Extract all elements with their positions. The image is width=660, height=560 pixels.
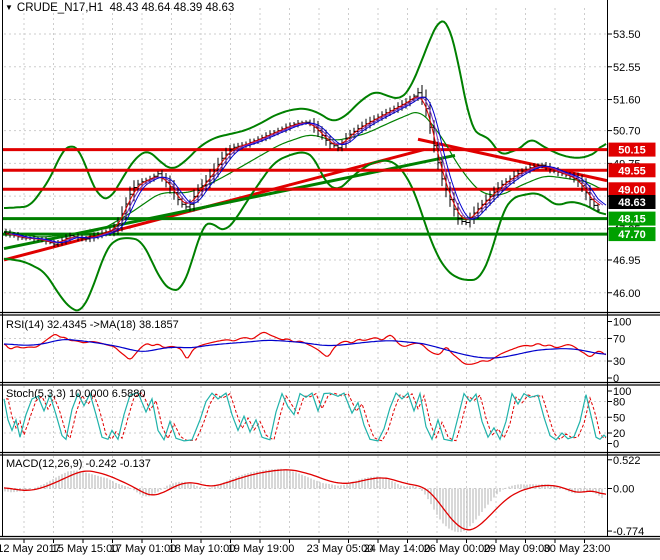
symbol-period-label: CRUDE_N17,H1: [16, 2, 104, 14]
svg-text:15 May 15:00: 15 May 15:00: [52, 543, 119, 555]
svg-text:48.63: 48.63: [618, 197, 646, 209]
svg-text:53.50: 53.50: [613, 29, 641, 41]
svg-text:0.00: 0.00: [613, 484, 634, 496]
svg-text:30 May 23:00: 30 May 23:00: [544, 543, 611, 555]
svg-text:47.70: 47.70: [618, 229, 646, 241]
svg-text:-0.774: -0.774: [613, 526, 644, 538]
price-badge: 48.63: [608, 195, 656, 209]
svg-text:46.95: 46.95: [613, 255, 641, 267]
macd-panel: [3, 468, 607, 533]
svg-text:0.522: 0.522: [613, 455, 641, 467]
svg-text:80: 80: [613, 397, 625, 409]
chart-title: ▼ CRUDE_N17,H1 48.43 48.64 48.39 48.63: [5, 2, 234, 14]
stochastic-axis[interactable]: 1008050200: [607, 386, 631, 451]
rsi-axis[interactable]: 100 70 30 0: [607, 317, 631, 386]
macd-indicator-label: MACD(12,26,9) -0.242 -0.137: [6, 458, 151, 470]
macd-histogram: [4, 468, 603, 533]
ohlc-values: 48.43 48.64 48.39 48.63: [109, 2, 235, 14]
price-badge: 49.00: [608, 182, 656, 197]
svg-text:19 May 19:00: 19 May 19:00: [228, 543, 295, 555]
trading-chart-window: 53.5052.5551.6050.7049.7548.8047.8546.95…: [0, 0, 660, 560]
chart-svg[interactable]: 53.5052.5551.6050.7049.7548.8047.8546.95…: [0, 0, 660, 560]
price-panel: [2, 20, 608, 312]
stochastic-indicator-label: Stoch(5,3,3) 10.0000 6.5880: [6, 388, 146, 400]
price-badge: 47.70: [608, 227, 656, 242]
price-badge: 49.55: [608, 163, 656, 178]
svg-text:49.55: 49.55: [618, 165, 646, 177]
svg-text:0: 0: [613, 373, 619, 385]
chart-menu-icon[interactable]: ▼: [5, 3, 13, 12]
time-axis[interactable]: 12 May 201715 May 15:0017 May 01:0018 Ma…: [0, 539, 610, 555]
svg-text:30: 30: [613, 356, 625, 368]
svg-text:17 May 01:00: 17 May 01:00: [110, 543, 177, 555]
svg-text:70: 70: [613, 333, 625, 345]
rsi-indicator-label: RSI(14) 32.4345 ->MA(18) 38.1857: [6, 319, 179, 331]
rsi-panel: [3, 331, 607, 365]
macd-axis[interactable]: 0.522 0.00 -0.774: [607, 455, 644, 538]
svg-text:26 May 00:00: 26 May 00:00: [424, 543, 491, 555]
svg-text:100: 100: [613, 317, 631, 329]
svg-text:18 May 10:00: 18 May 10:00: [169, 543, 236, 555]
svg-text:51.60: 51.60: [613, 95, 641, 107]
grid-vertical: [23, 8, 585, 536]
svg-text:46.00: 46.00: [613, 288, 641, 300]
svg-text:50.70: 50.70: [613, 126, 641, 138]
svg-text:48.15: 48.15: [618, 214, 646, 226]
svg-text:50.15: 50.15: [618, 145, 646, 157]
svg-text:52.55: 52.55: [613, 62, 641, 74]
chart-canvas[interactable]: 53.5052.5551.6050.7049.7548.8047.8546.95…: [0, 0, 660, 560]
svg-text:49.00: 49.00: [618, 184, 646, 196]
svg-text:0: 0: [613, 439, 619, 451]
svg-text:29 May 09:00: 29 May 09:00: [484, 543, 551, 555]
price-badge: 48.15: [608, 211, 656, 226]
svg-text:50: 50: [613, 412, 625, 424]
price-badge: 50.15: [608, 142, 656, 157]
svg-text:24 May 14:00: 24 May 14:00: [364, 543, 431, 555]
